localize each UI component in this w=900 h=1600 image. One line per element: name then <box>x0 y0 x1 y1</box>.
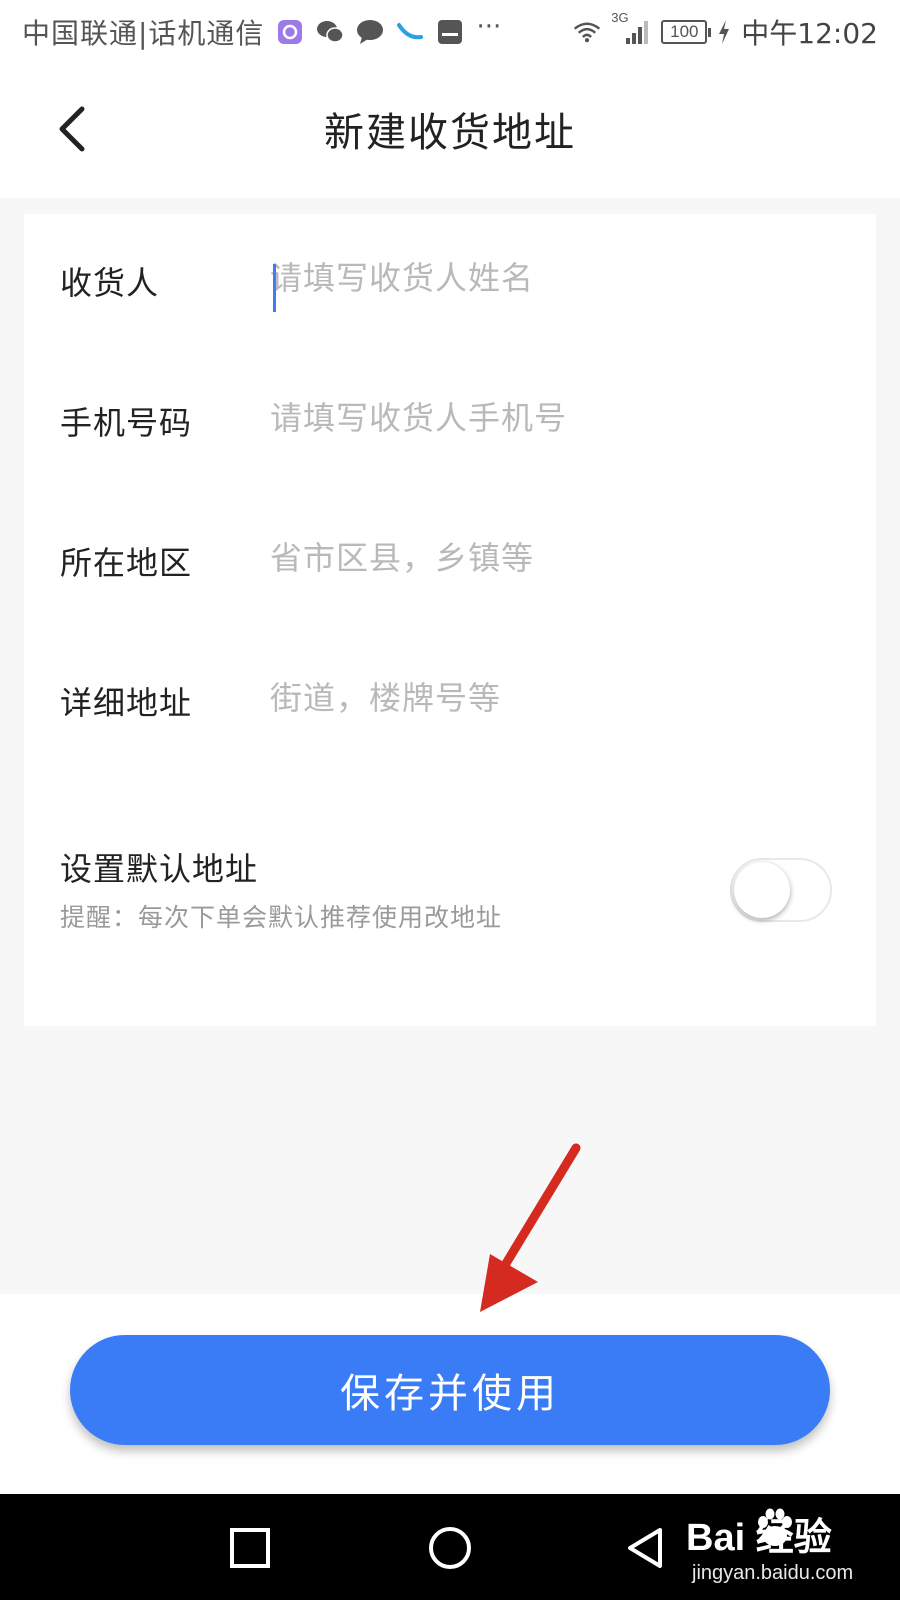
default-address-label: 设置默认地址 <box>60 850 259 888</box>
address-input[interactable] <box>270 672 830 724</box>
header: 新建收货地址 <box>0 64 900 198</box>
recents-square-icon[interactable] <box>224 1522 276 1574</box>
recipient-row: 收货人 <box>24 214 876 354</box>
text-cursor <box>273 264 276 312</box>
status-left: 中国联通|话机通信 ··· <box>22 12 501 52</box>
more-notifications-icon: ··· <box>476 12 502 42</box>
network-type: 3G <box>611 10 629 25</box>
default-address-toggle[interactable] <box>730 858 832 922</box>
default-address-hint: 提醒：每次下单会默认推荐使用改地址 <box>60 903 503 932</box>
phone-label: 手机号码 <box>60 404 193 442</box>
app-icon <box>276 18 304 46</box>
address-label: 详细地址 <box>60 684 193 722</box>
recipient-input[interactable] <box>270 252 830 304</box>
baidu-jingyan-watermark: Bai 经验 jingyan.baidu.com <box>686 1506 886 1592</box>
region-input[interactable] <box>270 532 830 584</box>
navigation-bar: Bai 经验 jingyan.baidu.com <box>0 1494 900 1600</box>
home-circle-icon[interactable] <box>424 1522 476 1574</box>
address-form: 收货人 手机号码 所在地区 详细地址 设置默认地址 提醒：每次下单会默认推荐使用… <box>24 214 876 1026</box>
battery-indicator: 100 <box>661 20 712 44</box>
toggle-knob <box>734 862 790 918</box>
annotation-arrow-icon <box>480 1143 581 1312</box>
wechat-icon <box>316 18 345 46</box>
phone-icon <box>396 18 424 46</box>
address-row: 详细地址 <box>24 634 876 774</box>
region-label: 所在地区 <box>60 544 193 582</box>
wifi-icon <box>573 18 601 46</box>
signal-icon: 3G <box>611 10 651 46</box>
carrier-name: 中国联通|话机通信 <box>22 17 265 50</box>
charging-icon <box>717 18 731 46</box>
save-and-use-button[interactable]: 保存并使用 <box>70 1335 830 1445</box>
paw-icon <box>758 1508 792 1546</box>
status-right: 3G 100 中午12:02 <box>573 10 878 52</box>
message-icon <box>356 18 384 46</box>
clock: 中午12:02 <box>741 17 878 50</box>
phone-row: 手机号码 <box>24 354 876 494</box>
default-address-row: 设置默认地址 提醒：每次下单会默认推荐使用改地址 <box>24 828 876 948</box>
status-bar: 中国联通|话机通信 ··· 3G 100 中午12:02 <box>0 0 900 64</box>
recipient-label: 收货人 <box>60 264 160 302</box>
back-triangle-icon[interactable] <box>620 1522 672 1574</box>
phone-input[interactable] <box>270 392 830 444</box>
huawei-icon <box>436 18 464 46</box>
watermark-url: jingyan.baidu.com <box>692 1562 854 1584</box>
page-title: 新建收货地址 <box>324 110 576 156</box>
region-row: 所在地区 <box>24 494 876 634</box>
